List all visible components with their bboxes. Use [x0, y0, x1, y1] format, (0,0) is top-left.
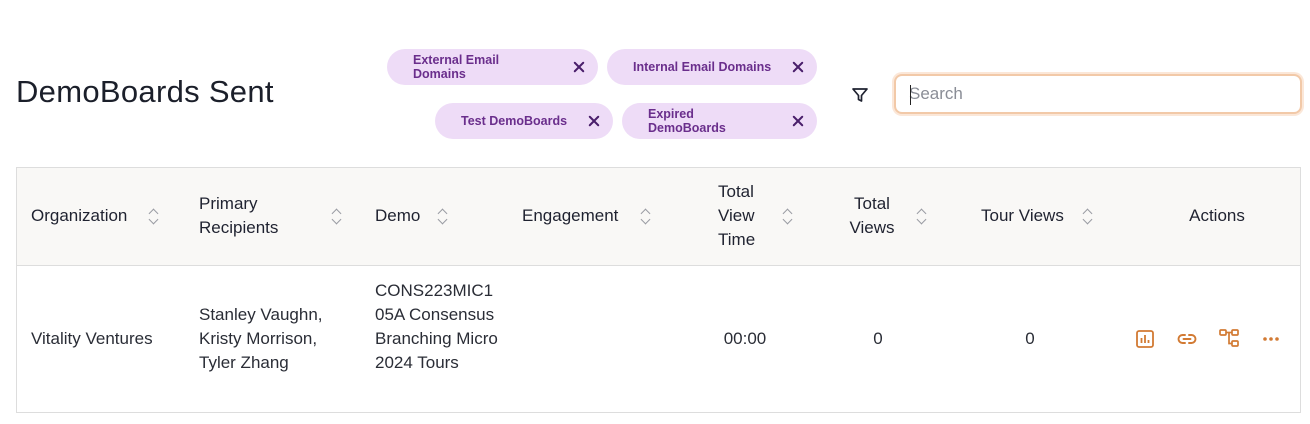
column-header-demo[interactable]: Demo: [375, 204, 435, 228]
remove-chip-icon[interactable]: [587, 114, 601, 128]
cell-total-view-time: 00:00: [723, 329, 767, 348]
filter-chip-external-email-domains: External Email Domains: [387, 49, 598, 85]
cell-demo: CONS223MIC105A Consensus Branching Micro…: [375, 281, 498, 372]
sort-icon[interactable]: [916, 207, 926, 225]
sort-icon[interactable]: [640, 207, 650, 225]
column-label: Engagement: [522, 206, 619, 225]
column-label: Organization: [31, 206, 128, 225]
sort-icon[interactable]: [782, 207, 792, 225]
sort-icon[interactable]: [437, 207, 447, 225]
cell-tour-views: 0: [1025, 329, 1035, 348]
filter-icon: [852, 88, 868, 102]
column-label: Total View Time: [718, 182, 756, 249]
filter-button[interactable]: [848, 83, 872, 107]
table-header: Organization Primary Recipients Demo Eng…: [17, 168, 1300, 266]
column-header-total-view-time[interactable]: Total View Time: [718, 180, 766, 252]
cell-organization: Vitality Ventures: [31, 329, 153, 348]
more-icon[interactable]: [1260, 328, 1282, 350]
remove-chip-icon[interactable]: [791, 114, 805, 128]
chip-label: Expired DemoBoards: [648, 107, 726, 135]
chip-label: External Email Domains: [413, 53, 500, 81]
text-cursor: [910, 85, 911, 105]
remove-chip-icon[interactable]: [572, 60, 586, 74]
table-row: Vitality Ventures Stanley Vaughn, Kristy…: [17, 267, 1300, 413]
sort-icon[interactable]: [148, 207, 158, 225]
demoboards-table: Organization Primary Recipients Demo Eng…: [16, 167, 1301, 413]
column-header-tour-views[interactable]: Tour Views: [981, 204, 1081, 228]
column-header-actions: Actions: [1137, 204, 1297, 228]
column-label: Tour Views: [981, 206, 1064, 225]
chip-label: Test DemoBoards: [461, 114, 568, 128]
page-title: DemoBoards Sent: [16, 74, 274, 109]
link-icon[interactable]: [1176, 328, 1198, 350]
column-label: Primary Recipients: [199, 194, 279, 237]
column-label: Demo: [375, 206, 421, 225]
search-box: [894, 74, 1302, 114]
filter-chip-test-demoboards: Test DemoBoards: [435, 103, 613, 139]
cell-total-views: 0: [873, 329, 883, 348]
search-input[interactable]: [896, 76, 1300, 112]
remove-chip-icon[interactable]: [791, 60, 805, 74]
column-header-engagement[interactable]: Engagement: [522, 204, 632, 228]
chart-icon[interactable]: [1134, 328, 1156, 350]
sort-icon[interactable]: [331, 207, 341, 225]
cell-primary-recipients: Stanley Vaughn, Kristy Morrison, Tyler Z…: [199, 305, 323, 372]
column-label: Total Views: [849, 194, 895, 237]
branch-icon[interactable]: [1218, 327, 1240, 349]
filter-chip-expired-demoboards: Expired DemoBoards: [622, 103, 817, 139]
column-header-primary-recipients[interactable]: Primary Recipients: [199, 192, 299, 240]
sort-icon[interactable]: [1082, 207, 1092, 225]
column-header-total-views[interactable]: Total Views: [837, 192, 907, 240]
column-label: Actions: [1189, 206, 1245, 225]
filter-chip-internal-email-domains: Internal Email Domains: [607, 49, 817, 85]
chip-label: Internal Email Domains: [633, 60, 772, 74]
column-header-organization[interactable]: Organization: [31, 204, 141, 228]
